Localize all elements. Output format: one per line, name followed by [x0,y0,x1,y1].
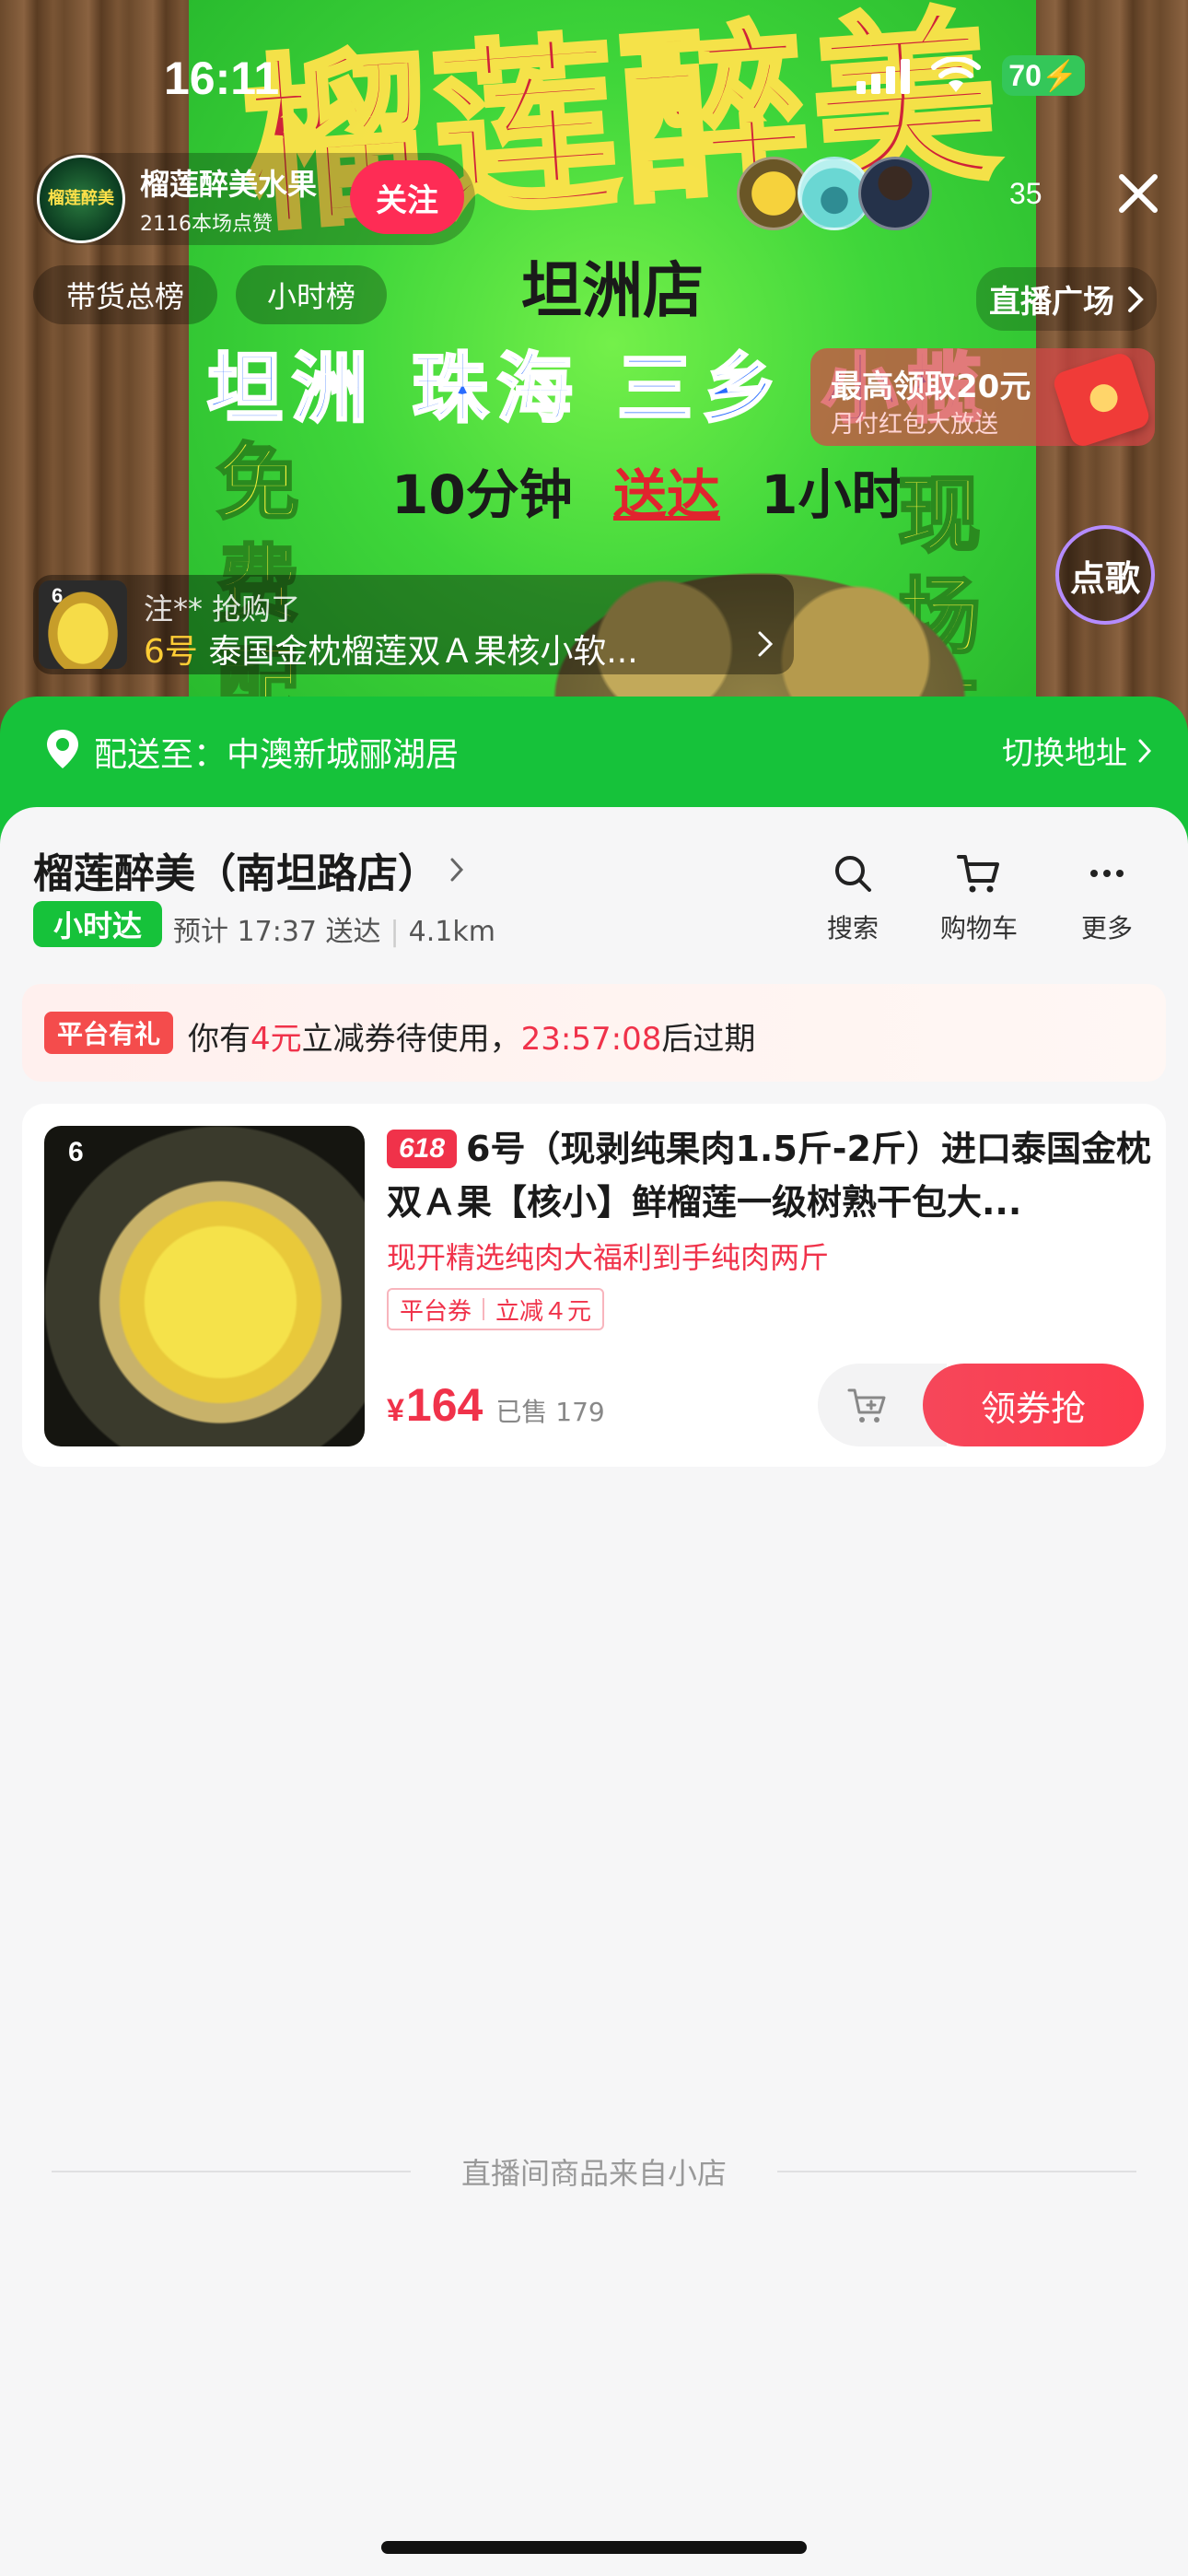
viewer-count[interactable]: 35 [1009,177,1042,211]
chevron-right-icon [1128,286,1144,312]
switch-address-button[interactable]: 切换地址 [1002,728,1151,773]
song-request-button[interactable]: 点歌 [1055,525,1155,625]
chevron-right-icon [450,858,464,882]
delivery-eta: 预计 17:37 送达 | 4.1km [173,916,495,948]
platform-coupon-strip[interactable]: 平台有礼 你有4元立减券待使用，23:57:08后过期 [22,984,1166,1082]
more-icon [1090,870,1124,877]
viewer-avatars[interactable] [737,157,932,230]
cart-button[interactable]: 购物车 [924,851,1034,945]
red-packet-subtitle: 月付红包大放送 [831,411,999,439]
status-time: 16:11 [164,53,280,104]
banner-delivery-time: 10分钟 送达 1小时 [391,463,905,526]
hour-rank-chip[interactable]: 小时榜 [236,265,387,324]
live-shopping-screen: 榴莲醉美 坦洲店 坦洲 珠海 三乡 小榄 10分钟 送达 1小时 免费配 现场开… [0,0,1188,2576]
product-title[interactable]: 618 6号（现剥纯果肉1.5斤-2斤）进口泰国金枕双Ａ果【核小】鲜榴莲一级树熟干… [387,1122,1151,1229]
search-button[interactable]: 搜索 [798,851,908,945]
purchase-ticker[interactable]: 6 注** 抢购了 6号 泰国金枕榴莲双Ａ果核小软... [33,575,794,674]
red-packet-banner[interactable]: 最高领取20元 月付红包大放送 [810,348,1155,446]
ticker-product-thumb: 6 [39,580,127,669]
product-price: ¥ 164 已售 179 [387,1379,605,1431]
chevron-right-icon [758,631,774,657]
location-pin-icon [47,730,78,768]
product-card[interactable]: 6 618 6号（现剥纯果肉1.5斤-2斤）进口泰国金枕双Ａ果【核小】鲜榴莲一级树… [22,1104,1166,1467]
sold-count: 已售 179 [495,1397,605,1427]
coupon-message: 你有4元立减券待使用，23:57:08后过期 [188,1021,756,1058]
red-envelope-icon [1051,350,1152,446]
product-image[interactable]: 6 [44,1126,365,1446]
store-name[interactable]: 榴莲醉美（南坦路店） [33,840,464,899]
product-subtitle: 现开精选纯肉大福利到手纯肉两斤 [387,1240,830,1275]
platform-gift-tag: 平台有礼 [44,1012,174,1054]
live-plaza-link[interactable]: 直播广场 [976,267,1157,331]
viewer-avatar[interactable] [858,157,932,230]
shop-sheet: 榴莲醉美（南坦路店） 小时达 预计 17:37 送达 | 4.1km 搜索 购物车 … [0,807,1188,2576]
address-text: 配送至：中澳新城郦湖居 [94,736,460,774]
close-icon[interactable] [1112,168,1164,219]
search-icon [835,856,871,892]
ticker-item: 6号 泰国金枕榴莲双Ａ果核小软... [144,633,638,671]
wifi-icon [930,57,982,94]
promo-618-badge: 618 [387,1130,457,1168]
hour-delivery-tag: 小时达 [33,901,162,947]
red-packet-title: 最高领取20元 [831,369,1031,405]
coupon-tag: 平台券 立减４元 [387,1288,605,1330]
grab-coupon-buy-button[interactable]: 领券抢 [923,1364,1144,1446]
ticker-user: 注** 抢购了 [144,591,301,626]
shop-source-note: 直播间商品来自小店 [0,2150,1188,2193]
more-button[interactable]: 更多 [1052,851,1162,945]
add-cart-icon [847,1388,886,1423]
host-likes: 2116本场点赞 [140,213,273,236]
follow-button[interactable]: 关注 [350,160,464,234]
signal-icon [856,57,910,94]
host-avatar[interactable]: 榴莲醉美 [37,155,125,243]
home-indicator[interactable] [381,2541,807,2554]
host-name: 榴莲醉美水果 [140,167,318,202]
chevron-right-icon [1138,739,1151,762]
sales-rank-chip[interactable]: 带货总榜 [33,265,217,324]
battery-icon: 70 ⚡ [1002,55,1085,96]
cart-icon [957,855,999,893]
status-icons: 70 ⚡ [856,55,1085,96]
